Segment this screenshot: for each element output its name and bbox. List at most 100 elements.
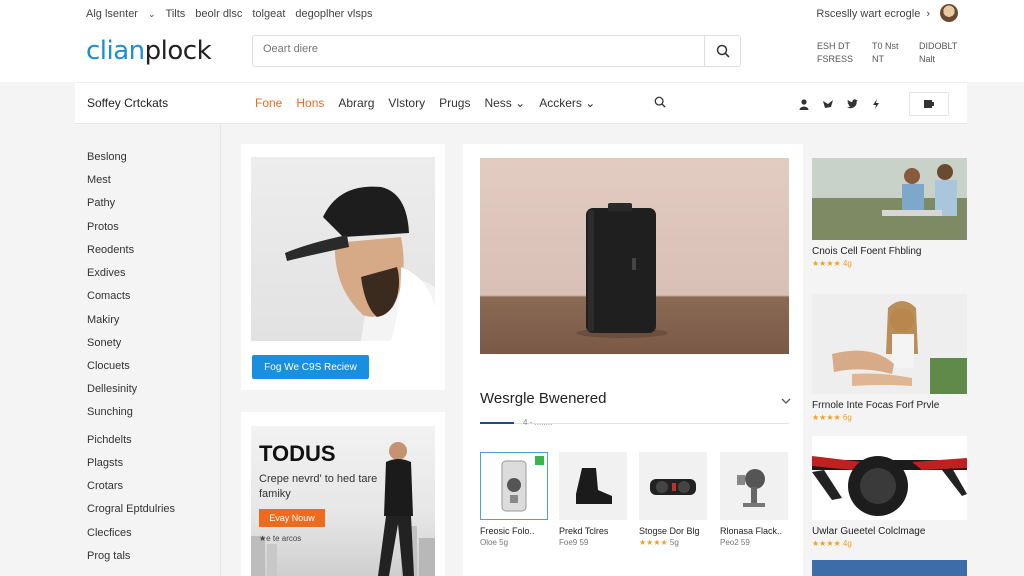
cart-button[interactable] (909, 92, 949, 116)
promo-card: Fog We C9S Reciew (241, 144, 445, 390)
promo-card-2: TODUS Crepe nevrd' to hed tare famiky Ev… (241, 412, 445, 576)
avatar[interactable] (940, 4, 958, 22)
nav-links: Fone Hons Abrarg Vlstory Prugs Ness ⌄ Ac… (255, 96, 595, 110)
orders-line: T0 Nst (872, 41, 899, 51)
utility-link[interactable]: degoplher vlsps (295, 8, 372, 20)
orders-line: NT (872, 54, 884, 64)
product-price: ★★★★ 5g (639, 538, 707, 547)
sidebar-item[interactable]: Beslong (87, 151, 127, 163)
sidebar-item[interactable]: Makiry (87, 314, 119, 326)
twitter-icon[interactable] (845, 97, 859, 111)
product-name: Prekd Tclres (559, 526, 609, 536)
search-input[interactable] (263, 43, 693, 55)
recommended-item[interactable]: Cnois Cell Foent Fhbling ★★★★ 4g (812, 158, 967, 268)
product-price: Foe9 59 (559, 538, 589, 547)
recommended-item-partial[interactable] (812, 560, 967, 576)
hero-image[interactable] (480, 158, 789, 354)
sidebar-item[interactable]: Clocuets (87, 360, 130, 372)
nav-link[interactable]: Hons (296, 96, 324, 110)
cart-line: DIDOBLT (919, 41, 958, 51)
product-price-value: 5g (669, 538, 679, 547)
product-thumb[interactable] (720, 452, 788, 520)
recommended-name: Frrnole Inte Focas Forf Prvle (812, 400, 940, 411)
account-line: FSRESS (817, 54, 854, 64)
sidebar-item[interactable]: Exdives (87, 267, 126, 279)
nav-link[interactable]: Vlstory (388, 96, 425, 110)
product-name: Freosic Folo.. (480, 526, 535, 536)
sidebar-item[interactable]: Plagsts (87, 457, 123, 469)
chevron-right-icon: › (926, 8, 930, 20)
sidebar-item[interactable]: Sonety (87, 337, 121, 349)
product-card[interactable]: Freosic Folo.. Oloe 5g (480, 452, 548, 547)
orders-link[interactable]: T0 Nst NT (872, 40, 899, 66)
recommended-item[interactable]: Frrnole Inte Focas Forf Prvle ★★★★ 6g (812, 294, 967, 422)
utility-links: Alg lsenter ⌄ Tilts beolr dlsc tolgeat d… (86, 8, 372, 20)
top-utility-bar: Alg lsenter ⌄ Tilts beolr dlsc tolgeat d… (0, 0, 1024, 28)
rating-stars: ★★★★ 4g (812, 539, 852, 548)
product-thumb[interactable] (639, 452, 707, 520)
nav-link[interactable]: Abrarg (338, 96, 374, 110)
greeting-text: Rsceslly wart ecrogle (816, 8, 921, 20)
section-sub-label: 4 - ........ (523, 418, 553, 427)
sidebar-item[interactable]: Dellesinity (87, 383, 137, 395)
promo-photo[interactable] (251, 157, 435, 341)
promo-small-text: ★e te arcos (259, 534, 302, 543)
account-link[interactable]: ESH DT FSRESS (817, 40, 853, 66)
cart-icon (924, 100, 934, 108)
promo-cta-button[interactable]: Fog We C9S Reciew (252, 355, 369, 379)
recommended-rating: ★★★★ 6g (812, 413, 967, 422)
promo-text: Crepe nevrd' to hed tare famiky (259, 473, 378, 500)
nav-search-icon[interactable] (653, 95, 667, 109)
product-card[interactable]: Rlonasa Flack.. Peo2 59 (720, 452, 788, 547)
sidebar-item[interactable]: Crogral Eptdulries (87, 503, 175, 515)
utility-link[interactable]: tolgeat (252, 8, 285, 20)
search-button[interactable] (704, 36, 740, 66)
cart-link[interactable]: DIDOBLT Nalt (919, 40, 957, 66)
nav-link-label: Acckers (539, 96, 582, 110)
site-logo[interactable]: clianplock (86, 36, 212, 66)
sidebar-item[interactable]: Protos (87, 221, 119, 233)
nav-link[interactable]: Acckers ⌄ (539, 96, 595, 110)
recommended-item[interactable]: Uwlar Gueetel Colclmage ★★★★ 4g (812, 436, 967, 548)
chevron-down-icon[interactable]: ⌄ (148, 9, 156, 20)
logo-part-2: plock (144, 36, 212, 66)
nav-link[interactable]: Fone (255, 96, 282, 110)
section-underline (480, 422, 514, 424)
recommended-image[interactable] (812, 294, 967, 394)
sidebar-item[interactable]: Mest (87, 174, 111, 186)
shop-now-button[interactable]: Evay Nouw (259, 509, 325, 527)
sidebar-item[interactable]: Pichdelts (87, 434, 132, 446)
sidebar-item[interactable]: Clecfices (87, 527, 132, 539)
nav-link[interactable]: Ness ⌄ (484, 96, 525, 110)
utility-link[interactable]: Alg lsenter (86, 8, 138, 20)
share-icon[interactable] (869, 97, 883, 111)
cart-line: Nalt (919, 54, 936, 64)
category-menu[interactable]: Soffey Crtckats (87, 96, 168, 110)
account-greeting[interactable]: Rsceslly wart ecrogle › (816, 8, 930, 20)
utility-link[interactable]: Tilts (166, 8, 186, 20)
sidebar-item[interactable]: Reodents (87, 244, 134, 256)
product-card[interactable]: Stogse Dor Blg ★★★★ 5g (639, 452, 707, 547)
sidebar-item[interactable]: Prog tals (87, 550, 130, 562)
chevron-down-icon[interactable] (781, 392, 791, 410)
product-card[interactable]: Prekd Tclres Foe9 59 (559, 452, 627, 547)
account-line: ESH DT (817, 41, 851, 51)
sidebar-item[interactable]: Pathy (87, 197, 115, 209)
sidebar-item[interactable]: Crotars (87, 480, 123, 492)
nav-link-label: Ness (484, 96, 512, 110)
chevron-down-icon: ⌄ (515, 96, 526, 110)
promo-banner[interactable]: TODUS Crepe nevrd' to hed tare famiky Ev… (251, 426, 435, 576)
product-price: Oloe 5g (480, 538, 509, 547)
sidebar-item[interactable]: Comacts (87, 290, 130, 302)
recommended-image[interactable] (812, 436, 967, 520)
divider (514, 423, 789, 424)
bird-icon[interactable] (821, 97, 835, 111)
product-thumb[interactable] (559, 452, 627, 520)
sidebar-item[interactable]: Sunching (87, 406, 133, 418)
recommended-name: Cnois Cell Foent Fhbling (812, 246, 922, 257)
utility-link[interactable]: beolr dlsc (195, 8, 242, 20)
product-thumb[interactable] (480, 452, 548, 520)
user-icon[interactable] (797, 97, 811, 111)
nav-link[interactable]: Prugs (439, 96, 470, 110)
recommended-image[interactable] (812, 158, 967, 240)
